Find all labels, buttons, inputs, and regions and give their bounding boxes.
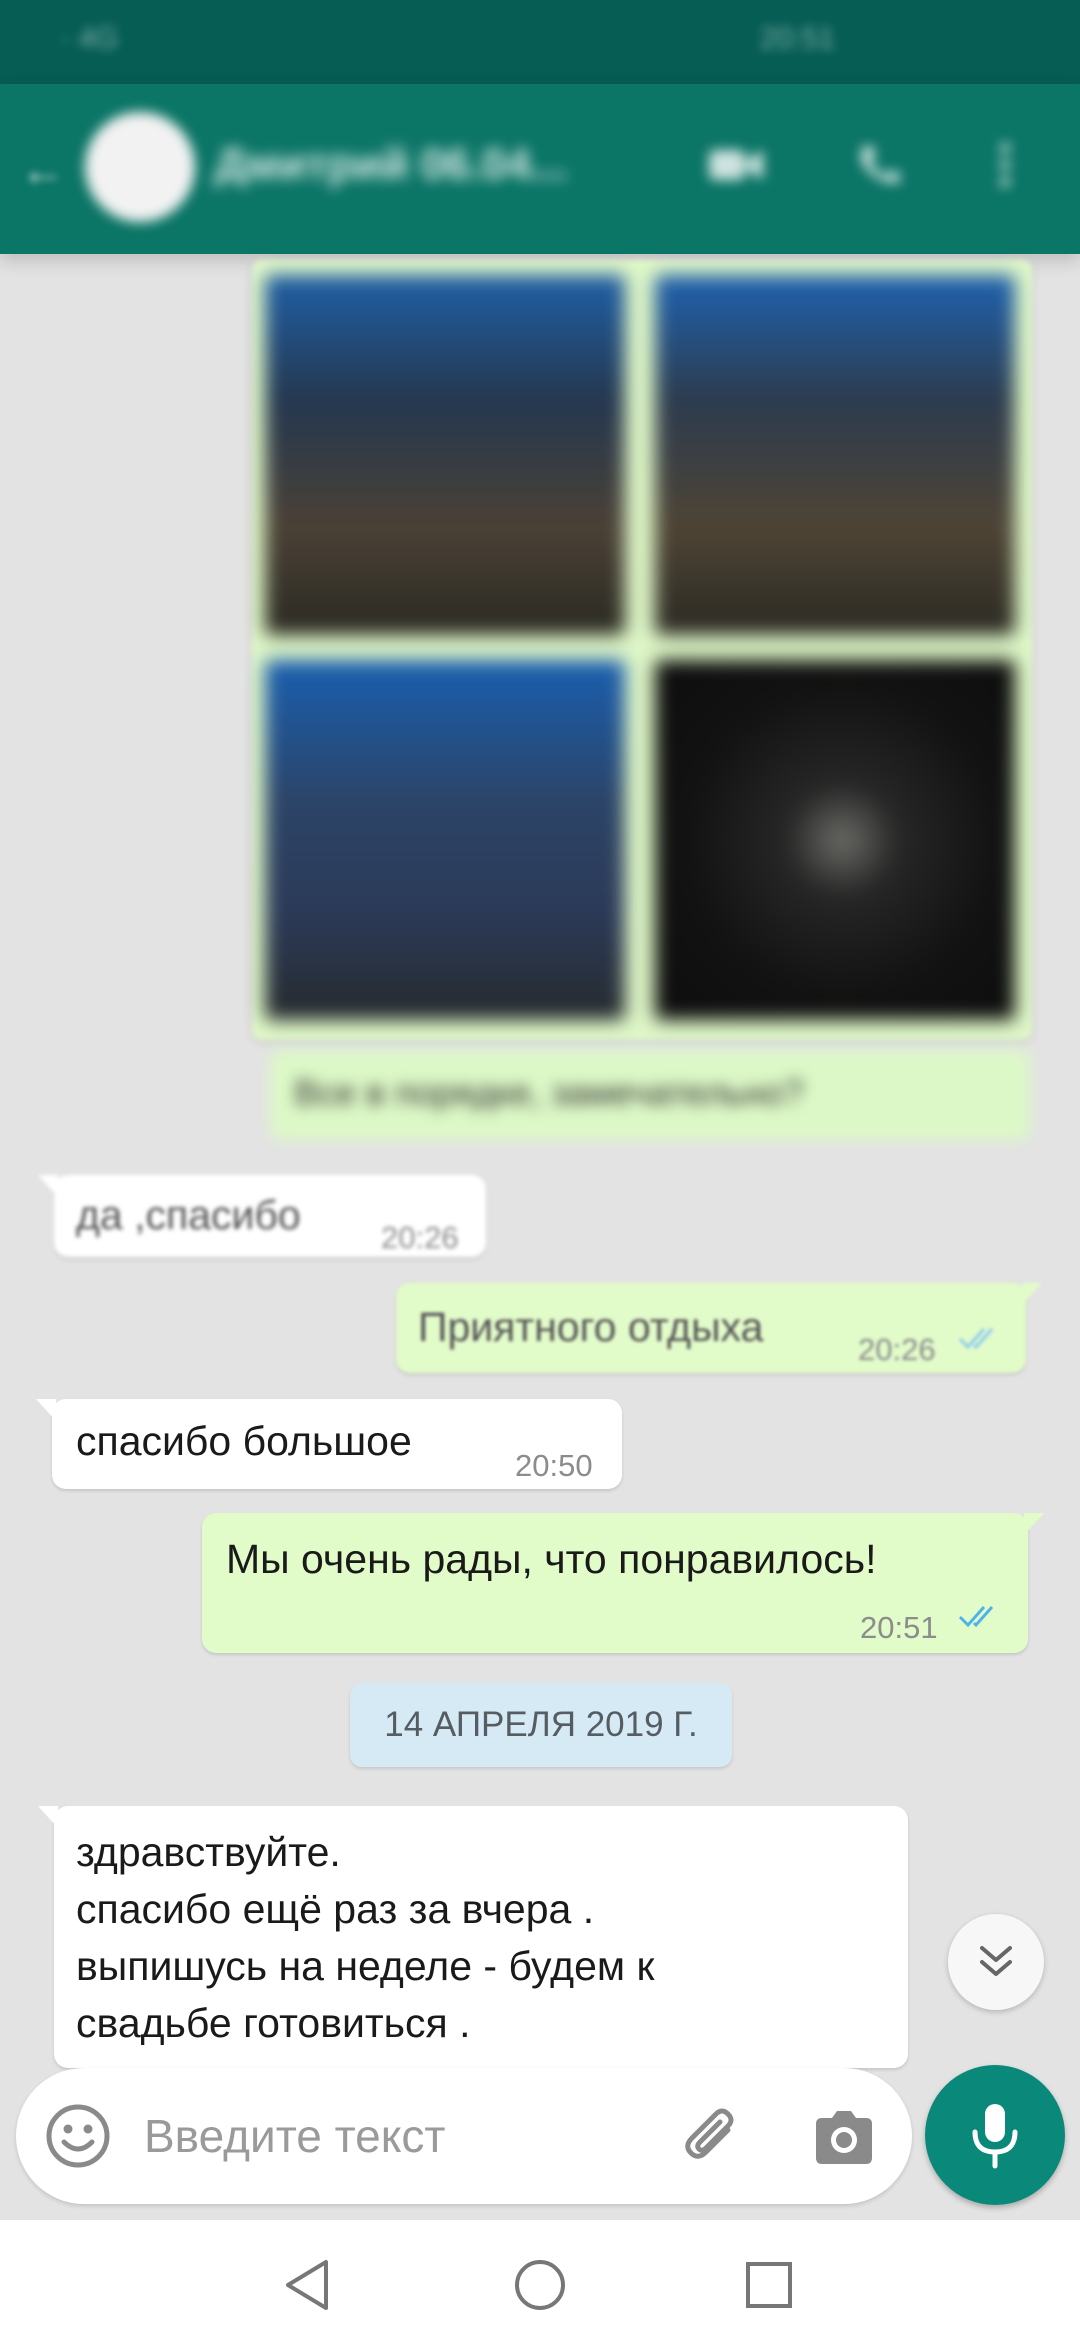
contact-name[interactable]: Дмитрий 06.04... bbox=[215, 140, 567, 190]
nav-recents-icon[interactable] bbox=[734, 2250, 804, 2320]
paperclip-icon[interactable] bbox=[676, 2100, 752, 2176]
message-composer bbox=[16, 2068, 912, 2204]
nav-back-icon[interactable] bbox=[274, 2250, 344, 2320]
status-bar: · 4G 20:51 bbox=[0, 0, 1080, 84]
message-outgoing[interactable]: Приятного отдыха 20:26 bbox=[396, 1283, 1042, 1373]
avatar[interactable] bbox=[85, 112, 195, 222]
photo-thumbnail[interactable] bbox=[265, 275, 625, 635]
microphone-icon bbox=[972, 2104, 1018, 2169]
message-incoming[interactable]: здравствуйте. спасибо ещё раз за вчера .… bbox=[38, 1806, 908, 2068]
chat-header: ← Дмитрий 06.04... bbox=[0, 84, 1080, 254]
nav-home-icon[interactable] bbox=[505, 2250, 575, 2320]
message-input[interactable] bbox=[144, 2098, 664, 2174]
date-separator: 14 АПРЕЛЯ 2019 Г. bbox=[350, 1683, 732, 1767]
double-check-icon bbox=[958, 1328, 994, 1350]
message-outgoing[interactable]: Мы очень рады, что понравилось! 20:51 bbox=[202, 1513, 1044, 1653]
double-chevron-down-icon bbox=[980, 1946, 1012, 1976]
message-time: 20:51 bbox=[860, 1610, 938, 1645]
photo-caption-bubble[interactable]: Все в порядке, замечательно? bbox=[270, 1050, 1030, 1140]
message-text: спасибо большое bbox=[76, 1418, 412, 1464]
message-text: Приятного отдыха bbox=[418, 1304, 764, 1350]
phone-icon[interactable] bbox=[850, 140, 912, 190]
message-incoming[interactable]: да ,спасибо 20:26 bbox=[38, 1175, 486, 1257]
message-text: Мы очень рады, что понравилось! bbox=[226, 1536, 877, 1582]
message-line: выпишусь на неделе - будем к bbox=[76, 1943, 655, 1989]
message-time: 20:50 bbox=[515, 1448, 593, 1483]
double-check-icon bbox=[958, 1606, 994, 1628]
photo-thumbnail[interactable] bbox=[655, 275, 1015, 635]
message-line: здравствуйте. bbox=[76, 1829, 341, 1875]
camera-icon[interactable] bbox=[806, 2100, 882, 2176]
status-clock: 20:51 bbox=[760, 22, 836, 55]
system-navigation-bar bbox=[0, 2220, 1080, 2340]
photo-thumbnail[interactable] bbox=[265, 660, 625, 1020]
message-incoming[interactable]: спасибо большое 20:50 bbox=[36, 1399, 622, 1489]
more-vertical-icon[interactable] bbox=[985, 140, 1025, 190]
smiley-icon[interactable] bbox=[44, 2102, 112, 2170]
message-time: 20:26 bbox=[858, 1332, 936, 1367]
message-line: свадьбе готовиться . bbox=[76, 2000, 471, 2046]
photo-caption-text: Все в порядке, замечательно? bbox=[294, 1072, 804, 1113]
status-left: · 4G bbox=[60, 22, 119, 55]
video-camera-icon[interactable] bbox=[705, 140, 767, 190]
scroll-to-bottom-button[interactable] bbox=[948, 1914, 1044, 2010]
message-time: 20:26 bbox=[381, 1220, 459, 1255]
photo-thumbnail[interactable] bbox=[655, 660, 1015, 1020]
microphone-button[interactable] bbox=[925, 2065, 1065, 2205]
arrow-left-icon[interactable]: ← bbox=[20, 142, 66, 195]
message-text: да ,спасибо bbox=[76, 1192, 301, 1238]
message-line: спасибо ещё раз за вчера . bbox=[76, 1886, 595, 1932]
